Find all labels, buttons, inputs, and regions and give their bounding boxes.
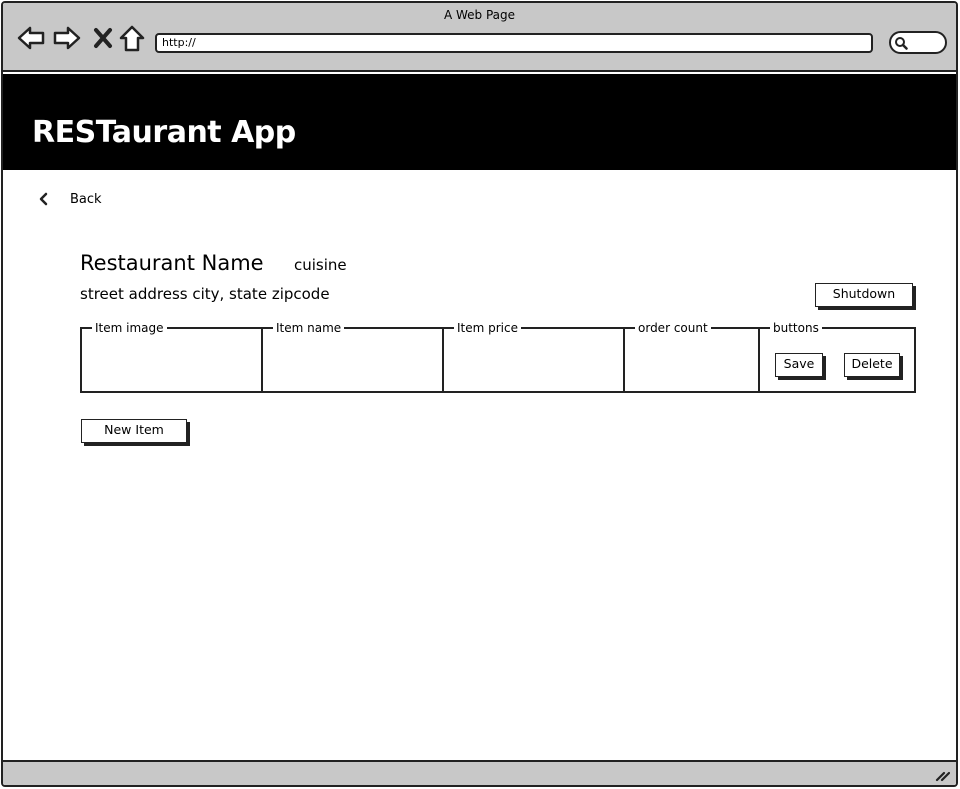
item-price-legend: Item price <box>454 320 521 336</box>
order-count-field: order count <box>623 320 760 393</box>
arrow-left-icon <box>17 26 45 50</box>
browser-window: A Web Page http:// RESTaurant App Back R… <box>1 1 958 787</box>
item-name-legend: Item name <box>273 320 345 336</box>
browser-forward-button[interactable] <box>52 23 82 53</box>
app-title: RESTaurant App <box>32 115 296 150</box>
item-image-field: Item image <box>80 320 263 393</box>
browser-back-button[interactable] <box>16 23 46 53</box>
save-button[interactable]: Save <box>775 353 823 377</box>
app-header: RESTaurant App <box>3 74 956 170</box>
restaurant-cuisine: cuisine <box>294 256 347 274</box>
home-icon <box>119 25 145 52</box>
browser-home-button[interactable] <box>117 23 147 53</box>
search-icon <box>895 37 908 50</box>
url-bar[interactable]: http:// <box>155 33 873 53</box>
restaurant-name: Restaurant Name <box>80 251 264 275</box>
delete-button[interactable]: Delete <box>844 353 900 377</box>
resize-grip-icon[interactable] <box>934 766 951 782</box>
chevron-left-icon <box>39 192 48 206</box>
buttons-legend: buttons <box>770 320 822 336</box>
close-icon <box>94 28 112 48</box>
back-link[interactable]: Back <box>36 189 102 209</box>
browser-search-button[interactable] <box>889 31 947 54</box>
status-bar <box>3 760 956 785</box>
restaurant-address: street address city, state zipcode <box>80 285 330 303</box>
item-price-field: Item price <box>442 320 625 393</box>
item-image-legend: Item image <box>92 320 167 336</box>
item-name-field: Item name <box>261 320 444 393</box>
new-item-button[interactable]: New Item <box>81 419 187 443</box>
arrow-right-icon <box>53 26 81 50</box>
back-label: Back <box>70 191 102 207</box>
browser-toolbar: A Web Page http:// <box>3 3 956 72</box>
shutdown-button[interactable]: Shutdown <box>815 283 913 307</box>
window-title: A Web Page <box>443 8 516 22</box>
order-count-legend: order count <box>635 320 711 336</box>
browser-stop-button[interactable] <box>89 23 119 53</box>
